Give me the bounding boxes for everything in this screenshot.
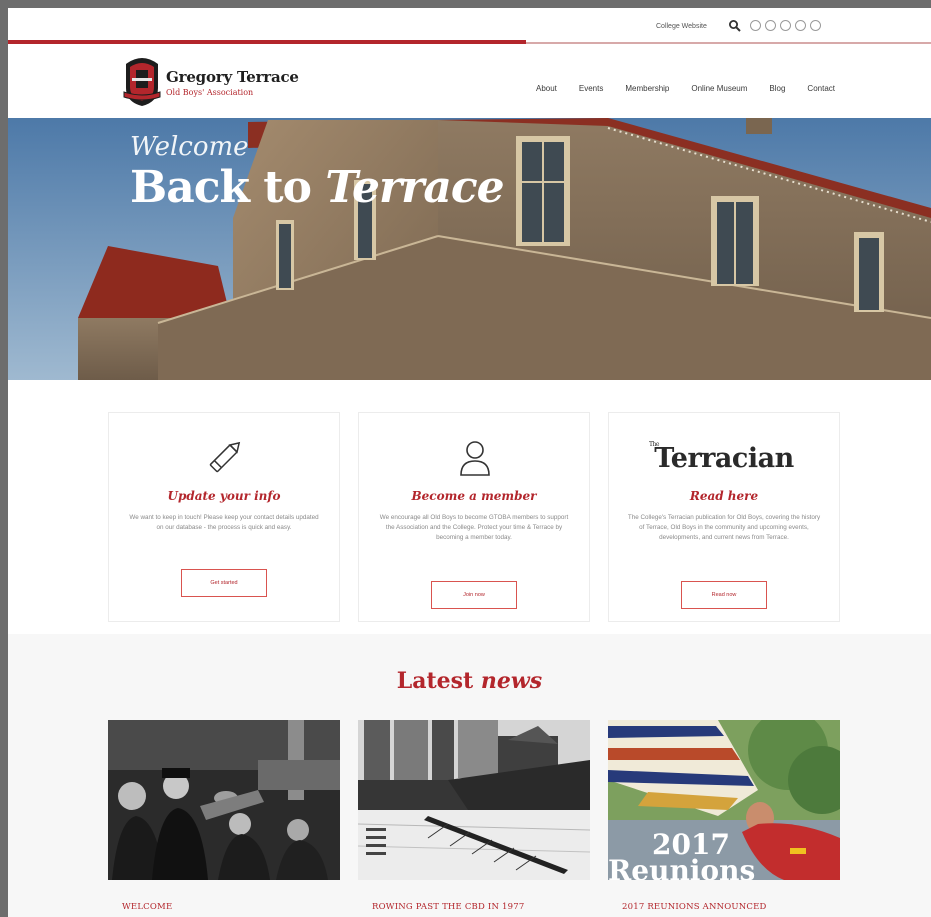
card-terracian: The Terracian Read here The College's Te… xyxy=(608,412,840,622)
news-title[interactable]: 2017 REUNIONS ANNOUNCED xyxy=(608,902,840,912)
social-links xyxy=(750,20,821,31)
main-nav: About Events Membership Online Museum Bl… xyxy=(536,84,835,93)
card-body: We encourage all Old Boys to become GTOB… xyxy=(379,514,569,542)
terracian-masthead-text: Terracian xyxy=(654,443,794,474)
card-body: The College's Terracian publication for … xyxy=(627,514,821,542)
reunions-image-word: Reunions xyxy=(608,854,755,880)
card-body: We want to keep in touch! Please keep yo… xyxy=(129,514,319,532)
news-heading-a: Latest xyxy=(396,668,481,694)
brand-subtitle: Old Boys' Association xyxy=(166,88,254,97)
hero-welcome: Welcome xyxy=(130,132,249,162)
read-now-button[interactable]: Read now xyxy=(681,581,767,609)
news-heading-b: news xyxy=(480,668,543,694)
card-update-info: Update your info We want to keep in touc… xyxy=(108,412,340,622)
news-image-rowing[interactable] xyxy=(358,720,590,880)
facebook-icon[interactable] xyxy=(750,20,761,31)
join-now-button[interactable]: Join now xyxy=(431,581,517,609)
news-title[interactable]: WELCOME xyxy=(108,902,340,912)
pencil-icon xyxy=(109,437,339,477)
nav-membership[interactable]: Membership xyxy=(625,84,669,93)
latest-news-section: Latest news WELCOME ROWING PAST THE CBD … xyxy=(8,634,931,917)
news-image-reunions[interactable]: 2017 Reunions xyxy=(608,720,840,880)
user-icon xyxy=(359,437,589,477)
crest-logo[interactable] xyxy=(122,54,162,108)
nav-blog[interactable]: Blog xyxy=(769,84,785,93)
news-image-welcome[interactable] xyxy=(108,720,340,880)
news-item-rowing[interactable]: ROWING PAST THE CBD IN 1977 xyxy=(358,720,590,912)
terracian-masthead-prefix: The xyxy=(649,441,659,448)
youtube-icon[interactable] xyxy=(810,20,821,31)
terracian-masthead: The Terracian xyxy=(609,441,839,474)
linkedin-icon[interactable] xyxy=(795,20,806,31)
page-frame: College Website Gregory Terrace Old Boys… xyxy=(8,8,931,917)
search-icon[interactable] xyxy=(728,19,742,33)
instagram-icon[interactable] xyxy=(780,20,791,31)
nav-events[interactable]: Events xyxy=(579,84,603,93)
hero-heading-b: Terrace xyxy=(325,162,504,213)
card-title[interactable]: Become a member xyxy=(359,489,589,503)
news-heading: Latest news xyxy=(8,668,931,694)
twitter-icon[interactable] xyxy=(765,20,776,31)
hero-heading: Back to Terrace xyxy=(130,162,505,213)
news-item-reunions[interactable]: 2017 Reunions 2017 REUNIONS ANNOUNCED xyxy=(608,720,840,912)
nav-online-museum[interactable]: Online Museum xyxy=(691,84,747,93)
college-website-link[interactable]: College Website xyxy=(656,23,707,30)
news-item-welcome[interactable]: WELCOME xyxy=(108,720,340,912)
site-header: Gregory Terrace Old Boys' Association Ab… xyxy=(8,44,931,118)
card-become-member: Become a member We encourage all Old Boy… xyxy=(358,412,590,622)
card-title[interactable]: Update your info xyxy=(109,489,339,503)
hero-heading-a: Back to xyxy=(130,162,326,213)
nav-about[interactable]: About xyxy=(536,84,557,93)
news-title[interactable]: ROWING PAST THE CBD IN 1977 xyxy=(358,902,590,912)
nav-contact[interactable]: Contact xyxy=(807,84,835,93)
hero-banner: Welcome Back to Terrace xyxy=(8,118,931,380)
brand-name[interactable]: Gregory Terrace xyxy=(166,68,299,86)
update-info-button[interactable]: Get started xyxy=(181,569,267,597)
card-title[interactable]: Read here xyxy=(609,489,839,503)
